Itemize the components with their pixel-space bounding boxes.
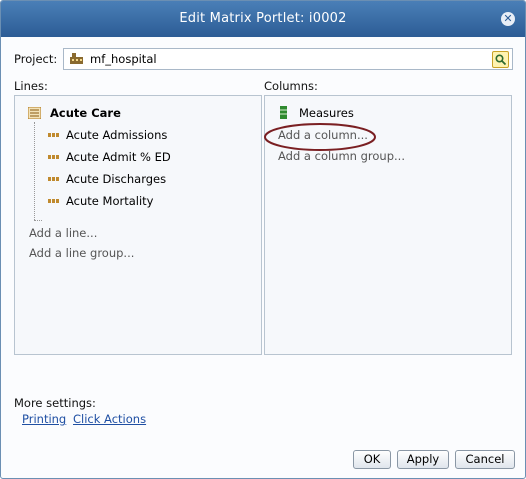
column-measures[interactable]: Measures [299, 106, 354, 120]
measure-icon [48, 199, 59, 203]
dialog-titlebar[interactable]: Edit Matrix Portlet: i0002 ✕ [1, 1, 525, 37]
measures-icon [280, 106, 287, 119]
lines-label: Lines: [14, 79, 48, 93]
project-label: Project: [14, 52, 58, 66]
dialog-title: Edit Matrix Portlet: i0002 [179, 11, 347, 26]
tree-connector [34, 122, 35, 220]
line-item[interactable]: Acute Admit % ED [66, 150, 171, 164]
line-item[interactable]: Acute Mortality [66, 194, 153, 208]
click-actions-link[interactable]: Click Actions [73, 412, 146, 426]
close-icon[interactable]: ✕ [501, 12, 515, 26]
project-field[interactable]: mf_hospital [63, 48, 513, 70]
lines-panel: Acute Care Acute Admissions Acute Admit … [14, 95, 262, 355]
cancel-button[interactable]: Cancel [455, 450, 515, 469]
edit-matrix-portlet-dialog: Edit Matrix Portlet: i0002 ✕ Project: mf… [0, 0, 526, 479]
line-item[interactable]: Acute Admissions [66, 128, 167, 142]
measure-icon [48, 155, 59, 159]
add-line-group-link[interactable]: Add a line group... [29, 246, 134, 260]
list-icon [28, 107, 41, 119]
line-group-acute-care[interactable]: Acute Care [50, 106, 121, 120]
add-line-link[interactable]: Add a line... [29, 226, 97, 240]
line-item[interactable]: Acute Discharges [66, 172, 166, 186]
highlight-ellipse [264, 123, 376, 151]
tree-connector [34, 220, 42, 221]
columns-label: Columns: [264, 79, 318, 93]
building-icon [70, 53, 83, 64]
project-value: mf_hospital [90, 52, 157, 66]
printing-link[interactable]: Printing [22, 412, 66, 426]
search-icon[interactable] [492, 51, 509, 68]
measure-icon [48, 177, 59, 181]
columns-panel: Measures Add a column... Add a column gr… [264, 95, 512, 355]
add-column-group-link[interactable]: Add a column group... [278, 149, 405, 163]
apply-button[interactable]: Apply [397, 450, 449, 469]
more-settings-label: More settings: [14, 396, 96, 410]
ok-button[interactable]: OK [353, 450, 391, 469]
measure-icon [48, 133, 59, 137]
